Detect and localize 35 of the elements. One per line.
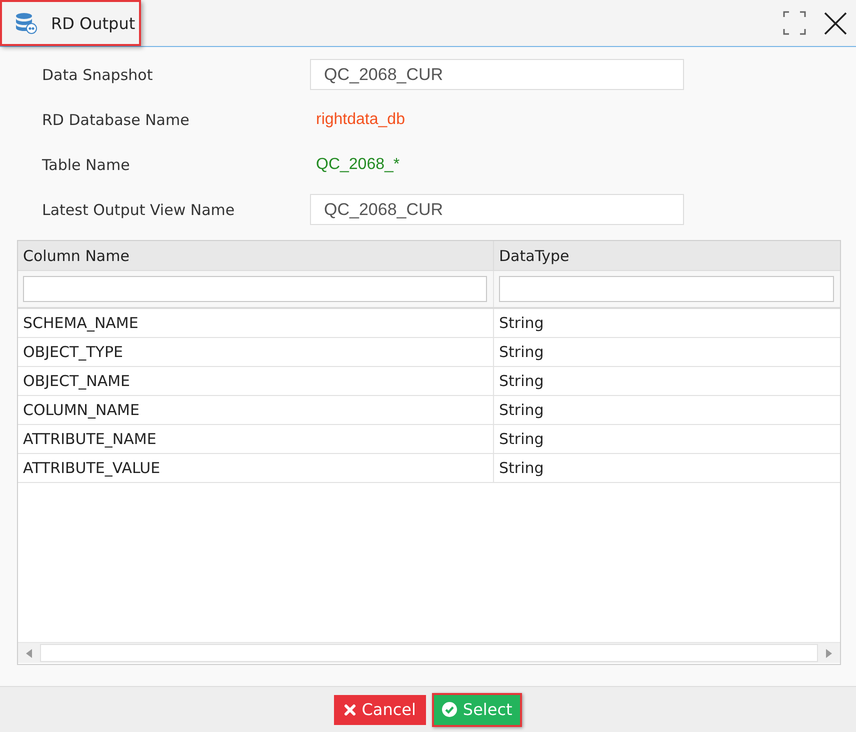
table-cell-text: String <box>498 371 545 392</box>
field-label: Latest Output View Name <box>42 200 236 218</box>
horizontal-scrollbar[interactable] <box>18 642 840 663</box>
field-label: Table Name <box>42 156 131 174</box>
field-label: Data Snapshot <box>42 66 154 84</box>
scrollbar-thumb[interactable] <box>40 644 818 662</box>
table-cell-text: String <box>498 400 545 421</box>
field-value: rightdata_db <box>315 110 406 128</box>
scroll-left-icon[interactable] <box>26 648 32 658</box>
check-circle-icon <box>442 702 457 717</box>
database-icon <box>15 12 37 34</box>
scroll-right-icon[interactable] <box>826 648 832 658</box>
table-cell: COLUMN_NAME <box>18 396 494 424</box>
text-field[interactable]: QC_2068_CUR <box>310 194 684 225</box>
cancel-button[interactable]: Cancel <box>334 694 426 724</box>
maximize-button[interactable] <box>783 11 806 35</box>
table-cell: ATTRIBUTE_NAME <box>18 425 494 453</box>
x-icon <box>344 704 356 716</box>
filter-field[interactable] <box>499 276 834 302</box>
table-cell-text: String <box>498 313 545 334</box>
table-cell: SCHEMA_NAME <box>18 309 494 337</box>
close-button[interactable] <box>824 12 847 34</box>
field-label: RD Database Name <box>42 110 190 128</box>
table-cell: OBJECT_TYPE <box>18 338 494 366</box>
window-title: RD Output <box>51 14 136 32</box>
filter-field[interactable] <box>23 276 487 302</box>
table-cell-text: String <box>498 458 545 479</box>
table-cell: OBJECT_NAME <box>18 367 494 395</box>
table-cell-text: String <box>498 429 545 450</box>
table-cell: ATTRIBUTE_VALUE <box>18 454 494 482</box>
column-header[interactable]: DataType <box>494 241 840 270</box>
table-cell-text: String <box>498 342 545 363</box>
column-header[interactable]: Column Name <box>18 241 494 270</box>
text-field[interactable]: QC_2068_CUR <box>310 59 684 90</box>
field-value: QC_2068_* <box>315 156 401 174</box>
